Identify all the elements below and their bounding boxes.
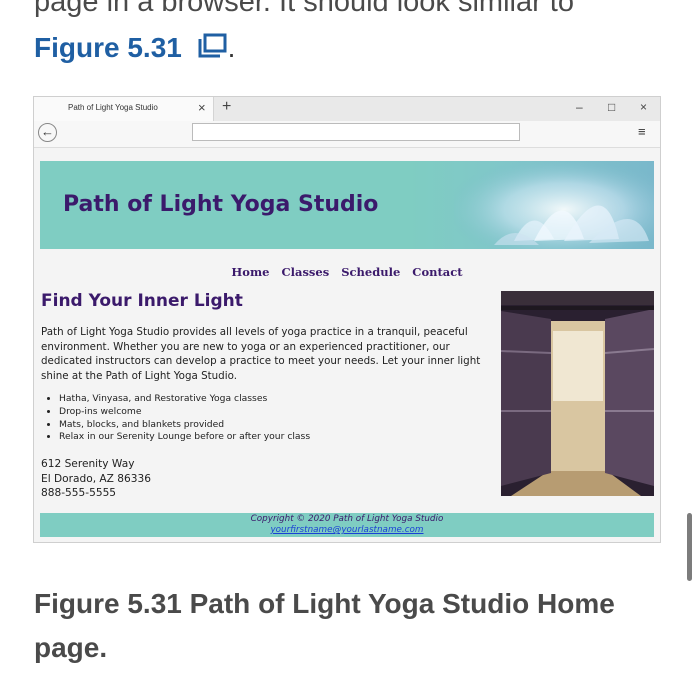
close-window-icon[interactable]: × <box>640 100 647 114</box>
figure-reference: Figure 5.31 . <box>34 32 235 66</box>
page-heading: Find Your Inner Light <box>41 291 243 311</box>
list-item: Hatha, Vinyasa, and Restorative Yoga cla… <box>59 393 310 406</box>
browser-toolbar: ← ≡ <box>34 121 660 148</box>
nav-classes[interactable]: Classes <box>281 265 329 279</box>
list-item: Drop-ins welcome <box>59 406 310 419</box>
scrollbar-thumb[interactable] <box>687 513 692 581</box>
tab-close-icon[interactable]: × <box>198 100 206 115</box>
footer-email-link[interactable]: yourfirstname@yourlastname.com <box>270 525 423 535</box>
address-phone: 888-555-5555 <box>41 487 117 499</box>
minimize-icon[interactable]: – <box>576 100 583 114</box>
nav-schedule[interactable]: Schedule <box>341 265 400 279</box>
figure-link[interactable]: Figure 5.31 <box>34 32 182 63</box>
nav-contact[interactable]: Contact <box>412 265 462 279</box>
tab-bar: Path of Light Yoga Studio × + – □ × <box>34 97 660 121</box>
intro-paragraph: Path of Light Yoga Studio provides all l… <box>41 326 481 382</box>
feature-list: Hatha, Vinyasa, and Restorative Yoga cla… <box>45 393 310 444</box>
list-item: Relax in our Serenity Lounge before or a… <box>59 431 310 444</box>
maximize-icon[interactable]: □ <box>608 100 615 114</box>
studio-address: 612 Serenity Way El Dorado, AZ 86336 888… <box>41 457 151 501</box>
tab-title: Path of Light Yoga Studio <box>68 103 158 112</box>
browser-window: Path of Light Yoga Studio × + – □ × ← ≡ … <box>33 96 661 543</box>
browser-tab[interactable]: Path of Light Yoga Studio × <box>34 97 214 121</box>
menu-icon[interactable]: ≡ <box>638 124 646 139</box>
address-bar[interactable] <box>192 123 520 141</box>
figure-caption: Figure 5.31 Path of Light Yoga Studio Ho… <box>34 588 615 663</box>
site-nav: Home Classes Schedule Contact <box>40 265 654 279</box>
site-banner: Path of Light Yoga Studio <box>40 161 654 249</box>
web-page: Path of Light Yoga Studio Home Classes S… <box>40 161 654 537</box>
lotus-image <box>454 161 654 249</box>
address-street: 612 Serenity Way <box>41 458 135 470</box>
footer-copyright: Copyright © 2020 Path of Light Yoga Stud… <box>250 514 444 524</box>
site-footer: Copyright © 2020 Path of Light Yoga Stud… <box>40 513 654 537</box>
list-item: Mats, blocks, and blankets provided <box>59 419 310 432</box>
new-tab-icon[interactable]: + <box>222 98 231 116</box>
site-title: Path of Light Yoga Studio <box>63 192 379 217</box>
studio-door-photo <box>501 291 654 496</box>
external-link-icon[interactable] <box>196 33 228 66</box>
address-city: El Dorado, AZ 86336 <box>41 472 152 485</box>
back-arrow-icon[interactable]: ← <box>38 123 57 142</box>
period: . <box>227 32 236 63</box>
intro-text: page in a browser. It should look simila… <box>34 0 574 18</box>
nav-home[interactable]: Home <box>231 265 269 279</box>
